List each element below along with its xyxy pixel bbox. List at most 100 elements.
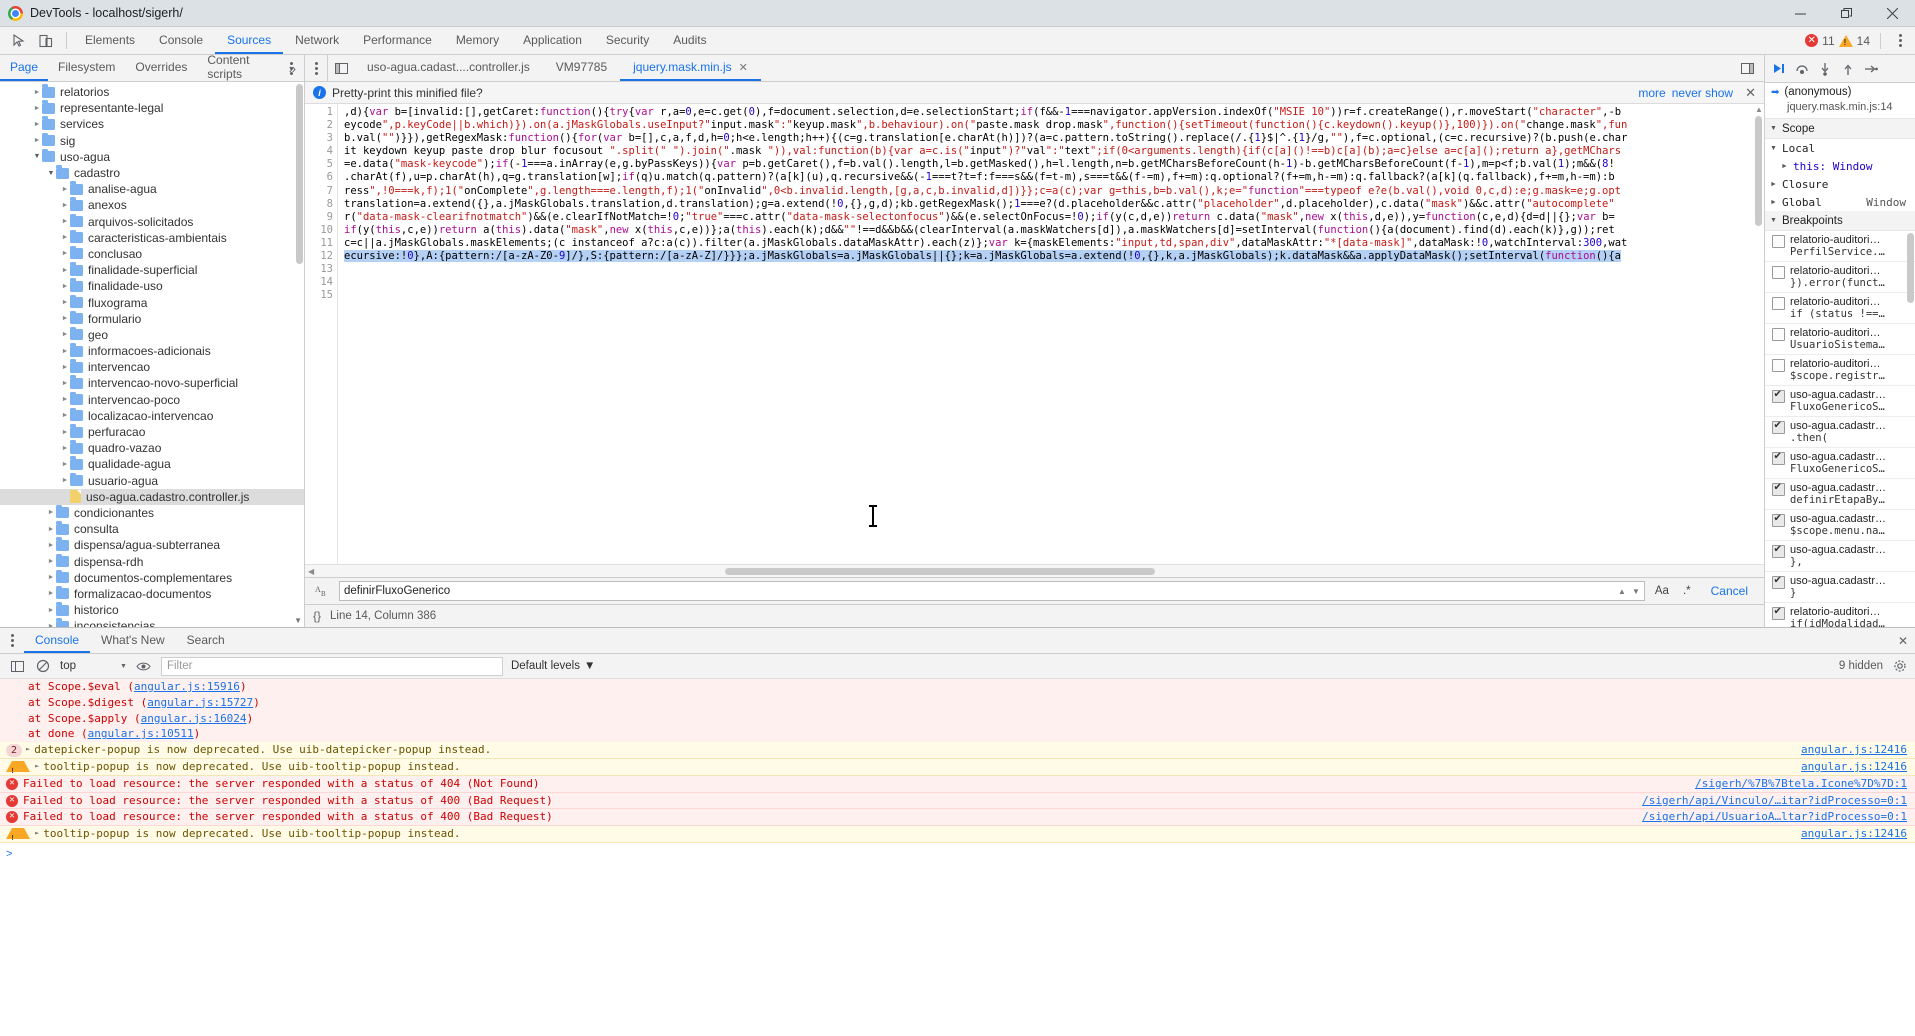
navigator-scroll-down-icon[interactable]: ▼ [294, 616, 302, 625]
call-stack-frame[interactable]: ➡ (anonymous) jquery.mask.min.js:14 [1765, 83, 1915, 119]
console-message[interactable]: ✕ Failed to load resource: the server res… [0, 775, 1915, 793]
breakpoint-item[interactable]: uso-agua.cadastr…}, [1765, 541, 1915, 572]
chevron-down-icon[interactable]: ▼ [32, 153, 42, 160]
tree-folder-item[interactable]: ► informacoes-adicionais [0, 343, 304, 359]
chevron-right-icon[interactable]: ► [46, 607, 56, 614]
console-message[interactable]: 2 ► datepicker-popup is now deprecated. Us… [0, 742, 1915, 759]
drawer-tab-whats-new[interactable]: What's New [90, 628, 176, 653]
tree-folder-item[interactable]: ► quadro-vazao [0, 440, 304, 456]
chevron-right-icon[interactable]: ► [60, 461, 70, 468]
console-message-source[interactable]: angular.js:12416 [1801, 826, 1907, 842]
tree-folder-item[interactable]: ► formalizacao-documentos [0, 585, 304, 602]
tree-folder-item[interactable]: ► formulario [0, 310, 304, 327]
chevron-right-icon[interactable]: ► [32, 105, 42, 112]
breakpoint-item[interactable]: uso-agua.cadastr…definirEtapaBy… [1765, 479, 1915, 510]
tree-folder-item[interactable]: ► anexos [0, 197, 304, 213]
regex-button[interactable]: .* [1679, 585, 1695, 597]
scope-item[interactable]: ► this: Window [1765, 157, 1915, 175]
search-next-icon[interactable]: ▼ [1632, 587, 1640, 596]
hscrollbar-thumb[interactable] [725, 568, 1155, 575]
breakpoint-item[interactable]: relatorio-auditori… if (status !==… [1765, 293, 1915, 324]
step-icon[interactable] [1861, 59, 1881, 79]
drawer-close-icon[interactable]: ✕ [1898, 628, 1908, 653]
device-toolbar-icon[interactable] [34, 30, 58, 52]
breakpoint-checkbox[interactable] [1772, 513, 1785, 527]
breakpoint-checkbox[interactable] [1772, 359, 1785, 372]
tab-network[interactable]: Network [283, 27, 351, 54]
breakpoint-item[interactable]: relatorio-auditori… UsuarioSistema… [1765, 324, 1915, 355]
maximize-restore-button[interactable] [1823, 0, 1869, 26]
tree-folder-item[interactable]: ► intervencao-poco [0, 391, 304, 408]
chevron-right-icon[interactable]: ► [60, 218, 70, 225]
tab-console[interactable]: Console [147, 27, 215, 54]
tree-folder-item[interactable]: ► arquivos-solicitados [0, 213, 304, 230]
console-message[interactable]: ► tooltip-popup is now deprecated. Use ui… [0, 826, 1915, 843]
console-message-source[interactable]: angular.js:12416 [1801, 742, 1907, 758]
scope-section-header[interactable]: ▼ Scope [1765, 119, 1915, 139]
drawer-menu-icon[interactable] [3, 634, 21, 647]
breakpoint-list[interactable]: relatorio-auditori… PerfilService.… relato… [1765, 231, 1915, 627]
breakpoint-item[interactable]: relatorio-auditori… PerfilService.… [1765, 231, 1915, 262]
console-message-source[interactable]: /sigerh/api/Vinculo/…itar?idProcesso=0:1 [1642, 793, 1907, 809]
scope-item[interactable]: ► Closure [1765, 175, 1915, 193]
tree-folder-item[interactable]: ► perfuracao [0, 424, 304, 440]
navigator-menu-icon[interactable] [282, 61, 300, 75]
source-link[interactable]: angular.js:15727 [147, 696, 253, 709]
console-message[interactable]: ✕ Failed to load resource: the server res… [0, 792, 1915, 810]
breakpoint-checkbox[interactable] [1772, 451, 1785, 465]
editor-tab-uso-agua-controller[interactable]: uso-agua.cadast....controller.js [354, 55, 543, 81]
navigator-scrollbar[interactable] [296, 84, 303, 264]
editor-menu-icon[interactable] [307, 61, 325, 75]
tab-sources[interactable]: Sources [215, 27, 284, 54]
resume-script-icon[interactable] [1769, 59, 1789, 79]
chevron-right-icon[interactable]: ► [46, 526, 56, 533]
tree-folder-item[interactable]: ► services [0, 116, 304, 132]
settings-gear-icon[interactable] [1891, 659, 1909, 673]
chevron-right-icon[interactable]: ► [60, 234, 70, 241]
code-editor[interactable]: 1 2 3 4 5 6 7 8 9 10 11 12 13 14 15 ,d){var b=[invalid… [305, 104, 1764, 564]
tree-folder-item[interactable]: ► geo [0, 326, 304, 343]
step-over-icon[interactable] [1792, 59, 1812, 79]
tree-folder-item[interactable]: ► consulta [0, 521, 304, 537]
nav-tab-overrides[interactable]: Overrides [125, 55, 197, 81]
file-tree[interactable]: ▼ ► relatorios ► representante-legal ► servic… [0, 82, 304, 627]
tree-folder-item[interactable]: ► analise-agua [0, 181, 304, 197]
tree-folder-item[interactable]: ► documentos-complementares [0, 569, 304, 586]
scrollbar-thumb[interactable] [1755, 116, 1762, 226]
tree-folder-item[interactable]: ► historico [0, 602, 304, 618]
breakpoint-item[interactable]: uso-agua.cadastr…} [1765, 572, 1915, 603]
console-context-selector[interactable]: top ▼ [60, 660, 127, 672]
console-message[interactable]: at Scope.$digest (angular.js:15727) [0, 694, 1915, 711]
step-out-icon[interactable] [1838, 59, 1858, 79]
tree-folder-item[interactable]: ► usuario-agua [0, 472, 304, 489]
expand-message-icon[interactable]: ► [35, 759, 39, 775]
console-message-list[interactable]: at Scope.$eval (angular.js:15916) at Scop… [0, 679, 1915, 843]
tree-folder-item[interactable]: ► intervencao-novo-superficial [0, 375, 304, 391]
chevron-right-icon[interactable]: ► [60, 202, 70, 209]
warning-count-badge[interactable]: 14 [1838, 34, 1870, 48]
breakpoints-section-header[interactable]: ▼ Breakpoints [1765, 211, 1915, 231]
breakpoint-item[interactable]: uso-agua.cadastr…FluxoGenericoS… [1765, 448, 1915, 479]
chevron-right-icon[interactable]: ► [46, 542, 56, 549]
breakpoint-checkbox[interactable] [1772, 544, 1785, 558]
search-cancel-button[interactable]: Cancel [1701, 584, 1758, 598]
breakpoint-checkbox[interactable] [1772, 328, 1785, 341]
chevron-right-icon[interactable]: ► [60, 477, 70, 484]
expand-message-icon[interactable]: ► [35, 826, 39, 842]
tree-folder-item[interactable]: ► fluxograma [0, 294, 304, 310]
chevron-right-icon[interactable]: ► [32, 89, 42, 96]
breakpoint-checkbox[interactable] [1772, 235, 1785, 248]
tab-security[interactable]: Security [594, 27, 661, 54]
minimize-button[interactable] [1777, 0, 1823, 26]
clear-console-icon[interactable] [34, 659, 52, 673]
chevron-right-icon[interactable]: ► [60, 250, 70, 257]
chevron-right-icon[interactable]: ► [60, 331, 70, 338]
infobar-close-icon[interactable]: ✕ [1739, 85, 1756, 101]
source-link[interactable]: angular.js:10511 [88, 727, 194, 740]
console-message[interactable]: at done (angular.js:10511) [0, 726, 1915, 743]
source-code-text[interactable]: ,d){var b=[invalid:[],getCaret:function(… [338, 104, 1764, 564]
nav-tab-page[interactable]: Page [0, 55, 49, 81]
chevron-right-icon[interactable]: ► [60, 283, 70, 290]
scope-item[interactable]: ▼ Local [1765, 139, 1915, 157]
console-message-source[interactable]: /sigerh/api/UsuarioA…ltar?idProcesso=0:1 [1642, 809, 1907, 825]
